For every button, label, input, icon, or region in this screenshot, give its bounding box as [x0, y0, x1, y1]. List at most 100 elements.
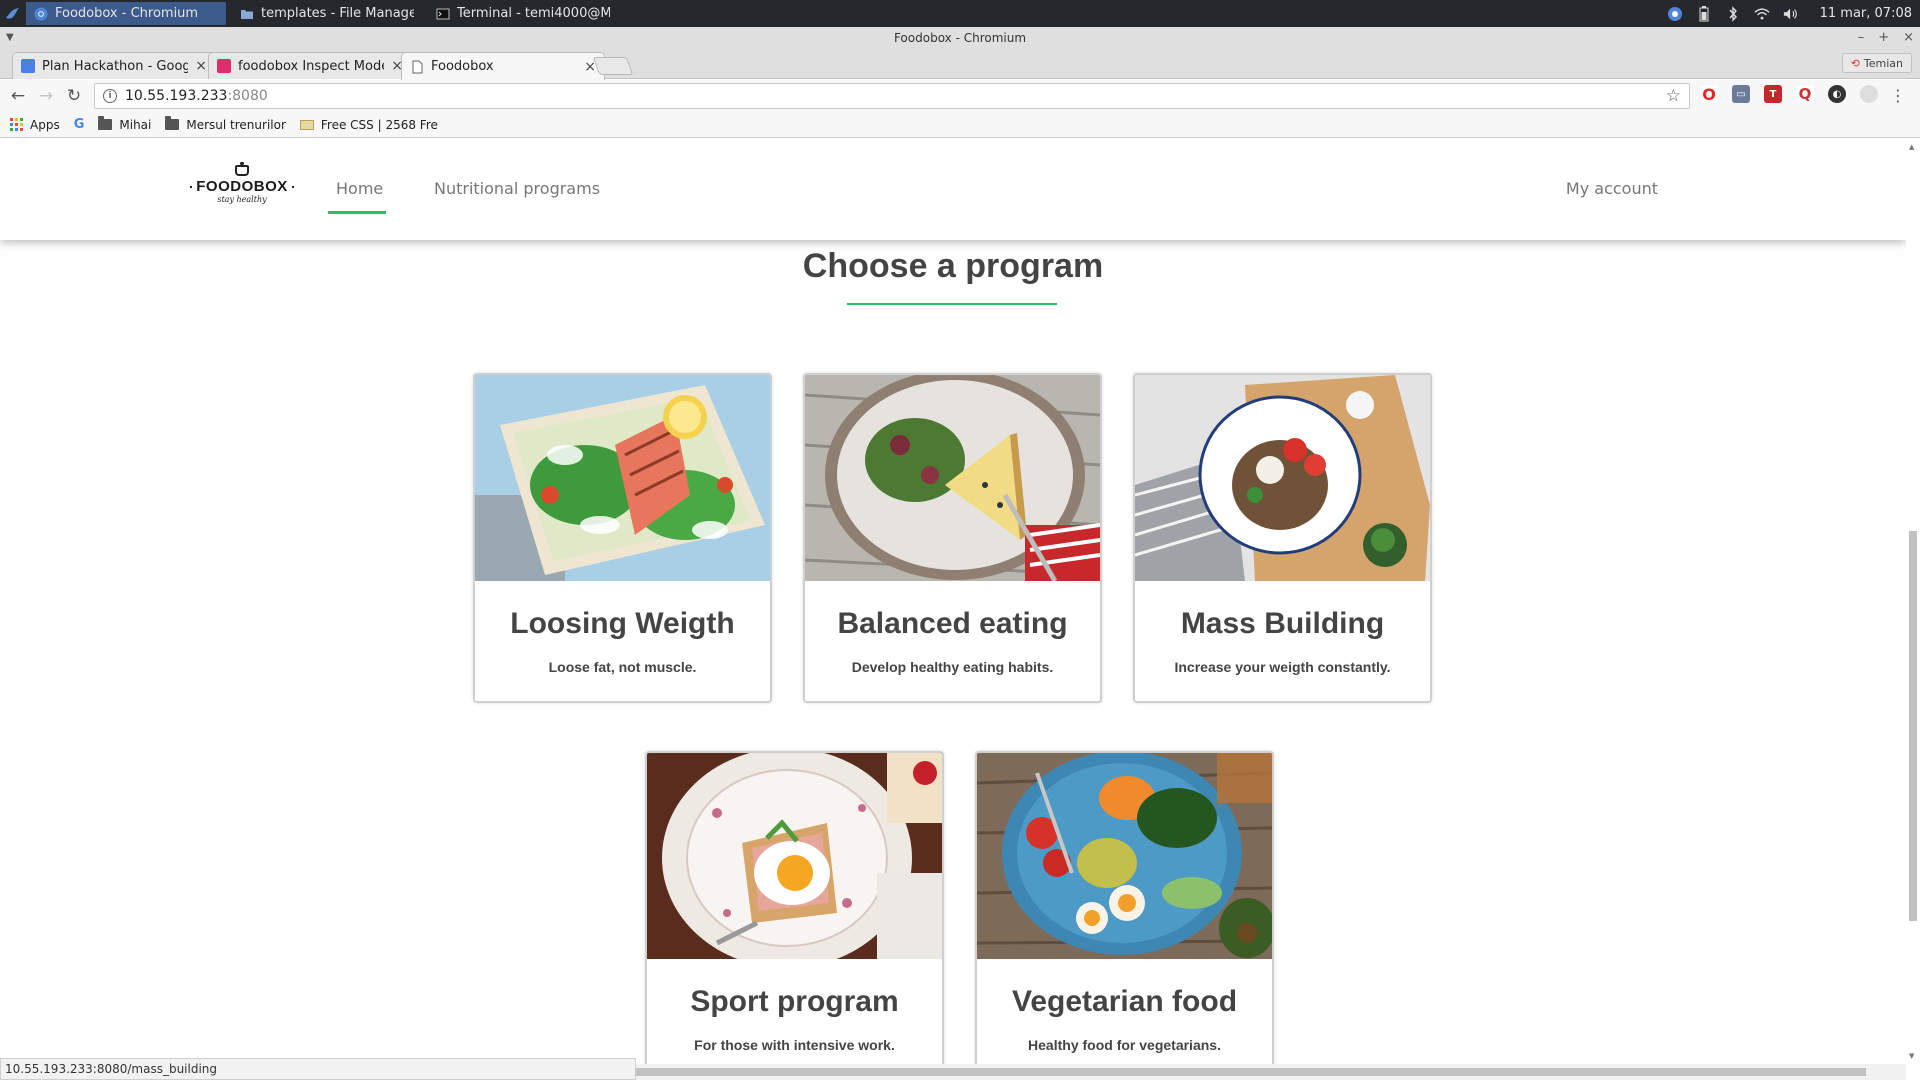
title-underline — [847, 303, 1057, 305]
bookmark-free-css[interactable]: Free CSS | 2568 Fre — [299, 117, 438, 132]
dark-reader-icon[interactable]: ◐ — [1828, 85, 1846, 103]
brand-tagline: stay healthy — [217, 195, 267, 204]
tab-strip: Plan Hackathon - Googl × foodobox Inspec… — [0, 49, 1920, 80]
screen-share-icon[interactable]: ▭ — [1732, 85, 1750, 103]
bookmark-star-icon[interactable]: ☆ — [1666, 86, 1681, 106]
card-subtitle: Develop healthy eating habits. — [851, 659, 1054, 675]
folder-icon — [165, 116, 180, 130]
nav-my-account[interactable]: My account — [1566, 179, 1658, 198]
maximize-icon[interactable]: + — [1878, 27, 1889, 49]
close-tab-icon[interactable]: × — [195, 58, 207, 74]
opera-icon[interactable]: O — [1700, 85, 1718, 104]
url-port: :8080 — [227, 88, 268, 104]
clock[interactable]: 11 mar, 07:08 — [1820, 6, 1912, 21]
task-label: Foodobox - Chromium — [55, 6, 199, 21]
bookmark-google[interactable]: G — [74, 117, 85, 132]
page-icon — [412, 60, 423, 73]
bookmark-label: Free CSS | 2568 Fre — [320, 117, 438, 132]
tab-label: Plan Hackathon - Googl — [42, 58, 189, 74]
card-title: Loosing Weigth — [510, 607, 735, 640]
extension-icons: O ▭ T Q ◐ — [1700, 85, 1878, 104]
reload-icon[interactable]: ↻ — [60, 82, 88, 110]
wifi-icon[interactable] — [1754, 6, 1770, 22]
link-status-bar: 10.55.193.233:8080/mass_building — [0, 1058, 636, 1080]
os-menu-button[interactable] — [0, 0, 26, 27]
main-nav: Home Nutritional programs — [328, 179, 608, 214]
program-card-balanced-eating[interactable]: Balanced eating Develop healthy eating h… — [803, 373, 1102, 703]
menu-kebab-icon[interactable]: ⋮ — [1890, 86, 1906, 105]
task-file-manager[interactable]: templates - File Manager — [232, 2, 422, 25]
egg-toast-photo — [647, 753, 942, 959]
bookmark-label: Mihai — [119, 117, 152, 132]
bookmark-label: Mersul trenurilor — [186, 117, 286, 132]
program-card-sport-program[interactable]: Sport program For those with intensive w… — [645, 751, 944, 1064]
salmon-salad-photo — [475, 375, 770, 581]
scrollbar-thumb[interactable] — [1909, 531, 1917, 921]
card-subtitle: Healthy food for vegetarians. — [1028, 1037, 1221, 1053]
card-subtitle: Loose fat, not muscle. — [548, 659, 697, 675]
forward-arrow-icon[interactable]: → — [32, 82, 60, 110]
task-terminal[interactable]: Terminal - temi4000@Minio... — [428, 2, 618, 25]
program-card-vegetarian-food[interactable]: Vegetarian food Healthy food for vegetar… — [975, 751, 1274, 1064]
task-label: templates - File Manager — [261, 6, 414, 21]
circle-ext-icon[interactable] — [1860, 85, 1878, 103]
card-title: Sport program — [690, 985, 899, 1018]
bookmark-mersul-trenurilor[interactable]: Mersul trenurilor — [165, 116, 286, 132]
task-chromium[interactable]: Foodobox - Chromium — [26, 2, 226, 25]
bluetooth-icon[interactable] — [1725, 5, 1741, 22]
card-title: Balanced eating — [837, 607, 1068, 640]
invision-icon — [217, 59, 231, 73]
window-title: Foodobox - Chromium — [893, 31, 1027, 45]
scrollbar-thumb[interactable] — [636, 1068, 1866, 1076]
profile-name: Temian — [1863, 56, 1903, 70]
page-viewport: FOODOBOX stay healthy Home Nutritional p… — [0, 139, 1906, 1064]
foodobox-logo[interactable]: FOODOBOX stay healthy — [190, 162, 294, 217]
window-menu-icon[interactable]: ▼ — [6, 27, 14, 49]
info-icon[interactable]: i — [103, 89, 117, 103]
nav-nutritional-programs[interactable]: Nutritional programs — [426, 179, 608, 211]
cooking-pot-icon — [235, 162, 249, 176]
status-url: 10.55.193.233:8080/mass_building — [5, 1062, 218, 1076]
card-subtitle: Increase your weigth constantly. — [1174, 659, 1391, 675]
window-titlebar: ▼ Foodobox - Chromium – + × — [0, 27, 1920, 49]
free-css-icon — [299, 119, 314, 130]
card-title: Vegetarian food — [1011, 985, 1238, 1018]
apps-icon — [10, 118, 23, 131]
program-card-loosing-weigth[interactable]: Loosing Weigth Loose fat, not muscle. — [473, 373, 772, 703]
os-taskbar: Foodobox - Chromium templates - File Man… — [0, 0, 1920, 27]
vertical-scrollbar[interactable]: ▲ ▼ — [1906, 139, 1920, 1064]
program-card-mass-building[interactable]: Mass Building Increase your weigth const… — [1133, 373, 1432, 703]
profile-icon: ⟲ — [1850, 56, 1860, 70]
bookmark-mihai[interactable]: Mihai — [98, 116, 152, 132]
battery-icon[interactable] — [1696, 5, 1712, 22]
new-tab-button[interactable] — [592, 57, 634, 75]
folder-icon — [98, 116, 113, 130]
chrome-tray-icon[interactable] — [1667, 6, 1683, 22]
search-ext-icon[interactable]: Q — [1796, 85, 1814, 103]
translate-icon[interactable]: T — [1764, 85, 1782, 103]
url-host: 10.55.193.233 — [125, 88, 228, 104]
volume-icon[interactable] — [1783, 6, 1799, 22]
nav-home[interactable]: Home — [328, 179, 386, 214]
quiche-plate-photo — [805, 375, 1100, 581]
horizontal-scrollbar[interactable] — [636, 1064, 1906, 1080]
tab-plan-hackathon[interactable]: Plan Hackathon - Googl × — [12, 52, 216, 79]
close-window-icon[interactable]: × — [1903, 27, 1914, 49]
minimize-icon[interactable]: – — [1858, 27, 1865, 49]
address-bar[interactable]: i 10.55.193.233:8080 ☆ — [94, 83, 1690, 109]
profile-button[interactable]: ⟲ Temian — [1841, 53, 1912, 73]
terminal-icon — [436, 8, 450, 19]
tab-label: foodobox Inspect Mode — [238, 58, 385, 74]
task-label: Terminal - temi4000@Minio... — [457, 6, 610, 21]
site-header: FOODOBOX stay healthy Home Nutritional p… — [0, 139, 1906, 240]
veggie-bowl-photo — [977, 753, 1272, 959]
scroll-down-icon[interactable]: ▼ — [1909, 1052, 1914, 1060]
tab-foodobox[interactable]: Foodobox × — [401, 52, 605, 80]
tab-foodobox-inspect[interactable]: foodobox Inspect Mode × — [208, 52, 412, 79]
bookmark-apps[interactable]: Apps — [10, 118, 60, 132]
back-arrow-icon[interactable]: ← — [4, 82, 32, 110]
scroll-up-icon[interactable]: ▲ — [1909, 143, 1914, 151]
bookmarks-bar: Apps G Mihai Mersul trenurilor Free CSS … — [0, 112, 1920, 138]
google-docs-icon — [21, 59, 35, 73]
brand-name: FOODOBOX — [196, 178, 288, 195]
